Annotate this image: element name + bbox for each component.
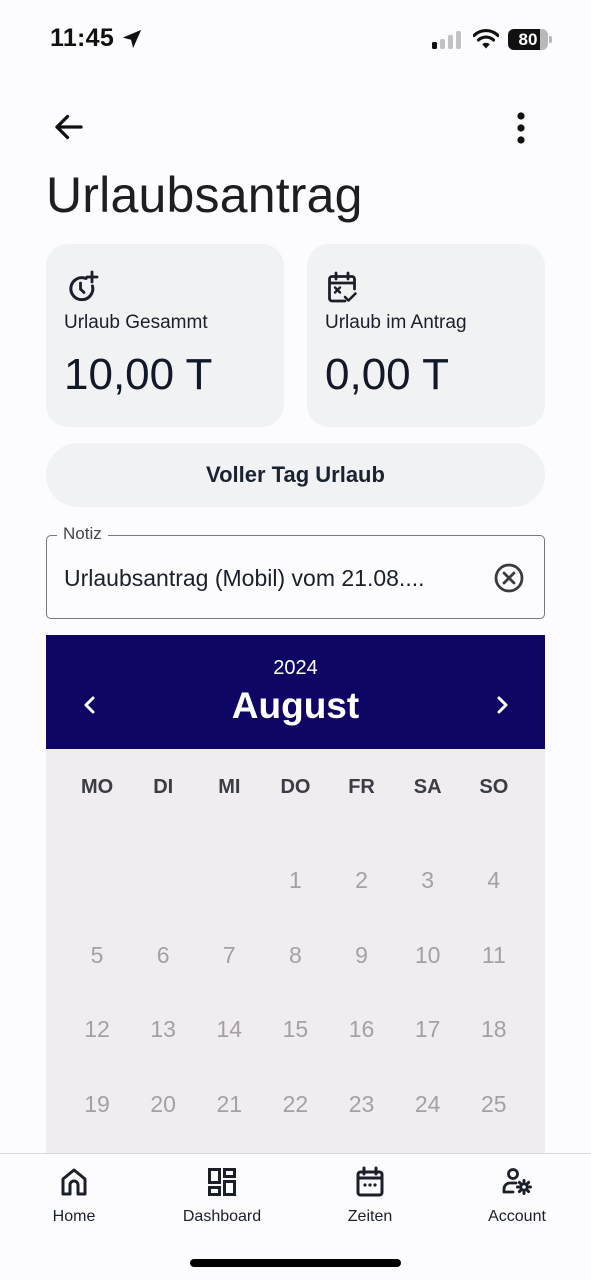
- calendar-day[interactable]: 6: [130, 942, 196, 1017]
- calendar-day[interactable]: 11: [461, 942, 527, 1017]
- weekday-label: FR: [348, 775, 375, 798]
- note-label: Notiz: [57, 524, 108, 544]
- dashboard-icon: [208, 1168, 236, 1196]
- calendar-day[interactable]: 25: [461, 1091, 527, 1154]
- weekday-label: SO: [479, 775, 509, 798]
- calendar-month: August: [231, 685, 360, 726]
- more-options-button[interactable]: [500, 104, 542, 152]
- nav-zeiten[interactable]: Zeiten: [310, 1166, 430, 1232]
- clock-plus-icon: [69, 270, 99, 302]
- calendar-day[interactable]: 3: [395, 867, 461, 942]
- more-vertical-icon: [517, 112, 525, 144]
- calendar-day[interactable]: 9: [329, 942, 395, 1017]
- full-day-vacation-button[interactable]: Voller Tag Urlaub: [46, 443, 545, 507]
- battery-percent: 80: [518, 30, 538, 49]
- calendar-icon: [356, 1166, 384, 1197]
- weekday-label: MI: [218, 775, 241, 798]
- note-input[interactable]: Urlaubsantrag (Mobil) vom 21.08....: [64, 565, 474, 592]
- clear-circle-icon[interactable]: [493, 562, 525, 594]
- nav-label: Account: [488, 1208, 546, 1225]
- status-time: 11:45: [50, 24, 115, 52]
- calendar-day[interactable]: 13: [130, 1016, 196, 1091]
- calendar-day[interactable]: 21: [196, 1091, 262, 1154]
- calendar-day[interactable]: 14: [196, 1016, 262, 1091]
- calendar-day[interactable]: 8: [262, 942, 328, 1017]
- home-icon: [61, 1168, 87, 1196]
- calendar-year: 2024: [273, 657, 318, 679]
- requested-vacation-card: Urlaub im Antrag 0,00 T: [307, 244, 545, 427]
- calendar-grid: MO DI MI DO FR SA SO 1 2 3 4 5 6 7 8 9 10 11 12 13 14 15 16 17…: [46, 749, 545, 1153]
- nav-label: Dashboard: [182, 1208, 262, 1225]
- home-indicator: [190, 1259, 401, 1267]
- weekday-header-row: MO DI MI DO FR SA SO: [64, 769, 527, 805]
- note-field[interactable]: Notiz Urlaubsantrag (Mobil) vom 21.08...…: [46, 524, 545, 619]
- calendar-day[interactable]: 19: [64, 1091, 130, 1154]
- calendar-day[interactable]: 4: [461, 867, 527, 942]
- card-value: 0,00 T: [325, 350, 449, 399]
- nav-dashboard[interactable]: Dashboard: [162, 1166, 282, 1232]
- calendar-day[interactable]: 15: [262, 1016, 328, 1091]
- status-bar: 11:45 80: [0, 0, 591, 80]
- calendar-day[interactable]: 1: [262, 867, 328, 942]
- card-value: 10,00 T: [64, 350, 213, 399]
- battery-body: 80: [508, 29, 548, 50]
- calendar-day[interactable]: 23: [329, 1091, 395, 1154]
- screen: 11:45 80 Urlaubsantrag Urlaub Gesammt 10…: [0, 0, 591, 1280]
- page-title: Urlaubsantrag: [46, 167, 363, 223]
- chevron-left-icon: [84, 696, 95, 714]
- calendar-day[interactable]: 12: [64, 1016, 130, 1091]
- calendar-day[interactable]: 10: [395, 942, 461, 1017]
- calendar-day[interactable]: 2: [329, 867, 395, 942]
- next-month-button[interactable]: [486, 689, 518, 721]
- weekday-label: DO: [280, 775, 311, 798]
- calendar-day[interactable]: 24: [395, 1091, 461, 1154]
- empty-day-cell: [64, 867, 130, 942]
- arrow-left-icon: [55, 114, 83, 140]
- calendar-day[interactable]: 16: [329, 1016, 395, 1091]
- empty-day-cell: [130, 867, 196, 942]
- previous-month-button[interactable]: [74, 689, 106, 721]
- cellular-signal-icon: [432, 31, 461, 49]
- calendar-day[interactable]: 20: [130, 1091, 196, 1154]
- calendar-day[interactable]: 7: [196, 942, 262, 1017]
- card-label: Urlaub im Antrag: [325, 312, 467, 333]
- card-label: Urlaub Gesammt: [64, 312, 208, 333]
- calendar-day[interactable]: 17: [395, 1016, 461, 1091]
- days-grid: 1 2 3 4 5 6 7 8 9 10 11 12 13 14 15 16 17 18 19 20 21 22 23 24 2…: [64, 867, 527, 1153]
- calendar-day[interactable]: 22: [262, 1091, 328, 1154]
- battery-cap: [549, 36, 552, 43]
- wifi-icon: [473, 28, 499, 49]
- calendar-x-check-icon: [328, 271, 357, 303]
- nav-label: Home: [52, 1208, 96, 1225]
- calendar-day[interactable]: 5: [64, 942, 130, 1017]
- weekday-label: SA: [413, 775, 442, 798]
- calendar-header: 2024 August: [46, 635, 545, 749]
- nav-label: Zeiten: [347, 1208, 393, 1225]
- location-arrow-icon: [122, 29, 142, 49]
- total-vacation-card: Urlaub Gesammt 10,00 T: [46, 244, 284, 427]
- user-settings-icon: [502, 1168, 532, 1195]
- nav-home[interactable]: Home: [14, 1166, 134, 1232]
- calendar-day[interactable]: 18: [461, 1016, 527, 1091]
- weekday-label: DI: [153, 775, 174, 798]
- chevron-right-icon: [497, 696, 508, 714]
- back-button[interactable]: [46, 104, 92, 150]
- empty-day-cell: [196, 867, 262, 942]
- battery-indicator: 80: [508, 29, 552, 50]
- nav-account[interactable]: Account: [457, 1166, 577, 1232]
- weekday-label: MO: [80, 775, 114, 798]
